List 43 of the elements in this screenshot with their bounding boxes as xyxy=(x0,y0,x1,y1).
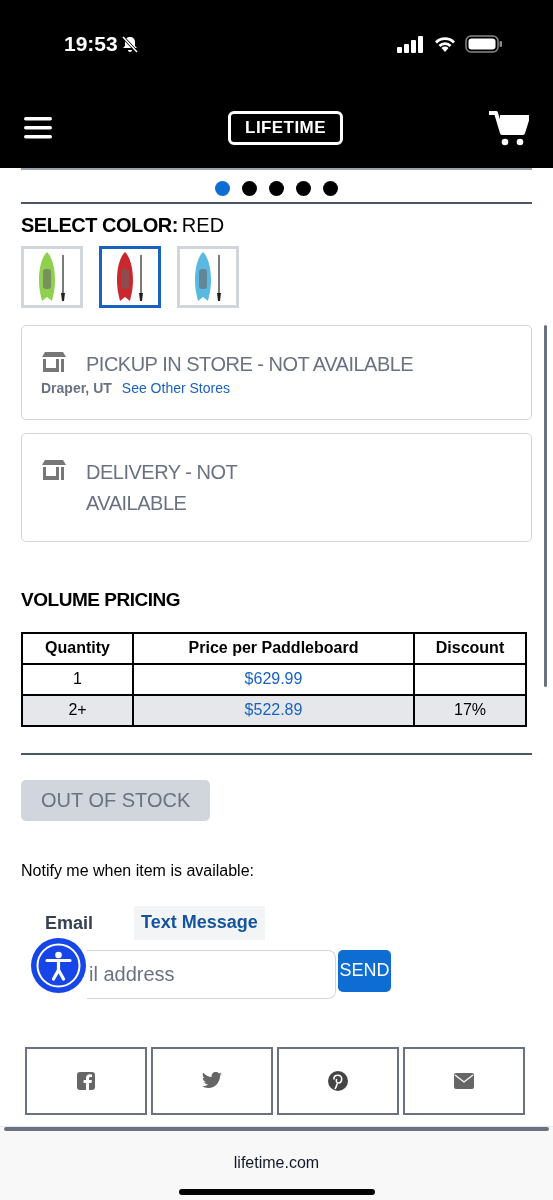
share-button[interactable] xyxy=(151,1046,273,1115)
email-input[interactable]: il address xyxy=(89,959,335,989)
column-header: Discount xyxy=(414,632,526,664)
wifi-icon xyxy=(433,34,457,53)
price-link[interactable]: $629.99 xyxy=(244,670,303,687)
share-button[interactable] xyxy=(403,1046,525,1115)
facebook-icon xyxy=(77,1071,95,1090)
store-icon xyxy=(41,459,67,481)
column-header: Price per Paddleboard xyxy=(133,632,414,664)
send-button[interactable]: SEND xyxy=(338,949,391,992)
cart-icon[interactable] xyxy=(489,110,529,146)
store-location: Draper, UT xyxy=(41,379,112,398)
envelope-icon xyxy=(454,1072,474,1089)
pinterest-icon xyxy=(328,1070,348,1091)
share-button[interactable] xyxy=(277,1046,399,1115)
signal-icon xyxy=(397,34,425,53)
bird-icon xyxy=(202,1072,222,1089)
selected-color-value: RED xyxy=(181,213,225,238)
volume-pricing-title: VOLUME PRICING xyxy=(20,588,182,612)
notify-tab[interactable]: Text Message xyxy=(134,905,265,940)
battery-icon xyxy=(465,34,503,53)
store-icon xyxy=(41,351,67,373)
select-color-label: SELECT COLOR: xyxy=(21,213,178,238)
availability-title: PICKUP IN STORE - NOT AVAILABLE xyxy=(86,352,414,377)
accessibility-button[interactable] xyxy=(31,937,86,993)
see-other-stores-link[interactable]: See Other Stores xyxy=(121,378,230,399)
clock-time: 19:53 xyxy=(64,31,118,57)
notify-text: Notify me when item is available: xyxy=(20,860,255,881)
muted-bell-icon xyxy=(120,34,139,53)
accessibility-icon xyxy=(35,941,82,989)
price-link[interactable]: $522.89 xyxy=(244,701,303,718)
table-cell-text: 1 xyxy=(73,670,82,687)
table-cell-text: 17% xyxy=(454,701,486,718)
share-button[interactable] xyxy=(25,1046,147,1115)
column-header: Quantity xyxy=(22,632,133,664)
url-text[interactable]: lifetime.com xyxy=(233,1151,320,1175)
menu-icon[interactable] xyxy=(24,116,52,140)
table-cell-text: 2+ xyxy=(68,701,87,718)
color-swatch[interactable] xyxy=(99,246,161,308)
email-input-field[interactable]: il address xyxy=(87,949,336,999)
availability-title: DELIVERY - NOT AVAILABLE xyxy=(86,460,239,516)
notify-tab[interactable]: Email xyxy=(45,911,94,934)
logo[interactable]: LIFETIME xyxy=(228,111,343,145)
